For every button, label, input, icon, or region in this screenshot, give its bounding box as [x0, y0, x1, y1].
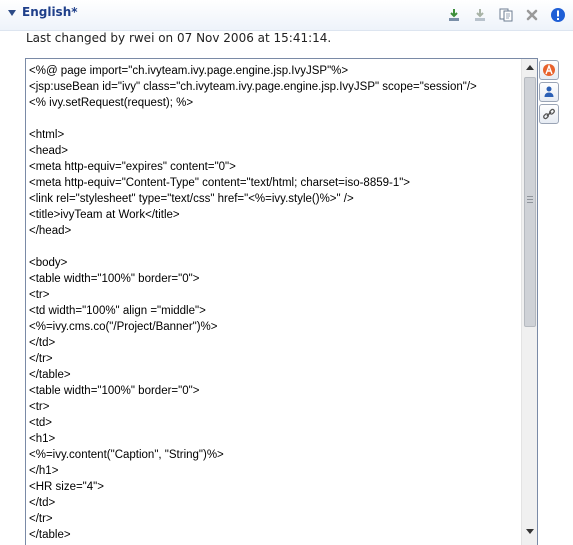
- download-disabled-icon[interactable]: [471, 6, 489, 24]
- code-line[interactable]: <link rel="stylesheet" type="text/css" h…: [29, 191, 519, 207]
- section-toolbar: [445, 6, 567, 24]
- code-line[interactable]: <jsp:useBean id="ivy" class="ch.ivyteam.…: [29, 79, 519, 95]
- code-line[interactable]: <%=ivy.content("Caption", "String")%>: [29, 447, 519, 463]
- scroll-thumb[interactable]: [524, 77, 536, 327]
- delete-icon[interactable]: [523, 6, 541, 24]
- scroll-up-icon[interactable]: [522, 59, 537, 74]
- code-line[interactable]: <body>: [29, 255, 519, 271]
- code-line[interactable]: <h1>: [29, 431, 519, 447]
- code-line[interactable]: </h1>: [29, 463, 519, 479]
- code-line[interactable]: </head>: [29, 223, 519, 239]
- info-icon[interactable]: [549, 6, 567, 24]
- source-editor[interactable]: <%@ page import="ch.ivyteam.ivy.page.eng…: [25, 58, 538, 545]
- code-line[interactable]: <td width="100%" align ="middle">: [29, 303, 519, 319]
- code-line[interactable]: <% ivy.setRequest(request); %>: [29, 95, 519, 111]
- editor-side-tools: [539, 60, 559, 124]
- code-line[interactable]: [29, 111, 519, 127]
- users-icon[interactable]: [539, 82, 559, 102]
- code-line[interactable]: </table>: [29, 527, 519, 543]
- link-icon[interactable]: [539, 104, 559, 124]
- code-line[interactable]: <title>ivyTeam at Work</title>: [29, 207, 519, 223]
- vertical-scrollbar[interactable]: [521, 59, 537, 545]
- code-line[interactable]: </td>: [29, 335, 519, 351]
- section-title[interactable]: English*: [22, 5, 78, 19]
- copy-icon[interactable]: [497, 6, 515, 24]
- code-line[interactable]: </tr>: [29, 351, 519, 367]
- collapse-arrow-icon[interactable]: [8, 10, 16, 16]
- code-line[interactable]: <head>: [29, 143, 519, 159]
- code-line[interactable]: </td>: [29, 495, 519, 511]
- section-header: English*: [0, 0, 573, 31]
- code-line[interactable]: <%=ivy.cms.co("/Project/Banner")%>: [29, 319, 519, 335]
- code-line[interactable]: <meta http-equiv="Content-Type" content=…: [29, 175, 519, 191]
- code-line[interactable]: <HR size="4">: [29, 479, 519, 495]
- scroll-grip-icon: [527, 196, 533, 204]
- code-line[interactable]: <td>: [29, 415, 519, 431]
- code-line[interactable]: <%@ page import="ch.ivyteam.ivy.page.eng…: [29, 63, 519, 79]
- code-line[interactable]: <table width="100%" border="0">: [29, 271, 519, 287]
- code-line[interactable]: <html>: [29, 127, 519, 143]
- code-line[interactable]: </table>: [29, 367, 519, 383]
- code-line[interactable]: <tr>: [29, 287, 519, 303]
- download-icon[interactable]: [445, 6, 463, 24]
- code-line[interactable]: </tr>: [29, 511, 519, 527]
- text-style-icon[interactable]: [539, 60, 559, 80]
- code-text[interactable]: <%@ page import="ch.ivyteam.ivy.page.eng…: [29, 63, 519, 543]
- code-line[interactable]: <meta http-equiv="expires" content="0">: [29, 159, 519, 175]
- code-line[interactable]: [29, 239, 519, 255]
- last-changed-text: Last changed by rwei on 07 Nov 2006 at 1…: [26, 31, 332, 45]
- code-line[interactable]: <tr>: [29, 399, 519, 415]
- code-line[interactable]: <table width="100%" border="0">: [29, 383, 519, 399]
- scroll-down-icon[interactable]: [522, 524, 537, 539]
